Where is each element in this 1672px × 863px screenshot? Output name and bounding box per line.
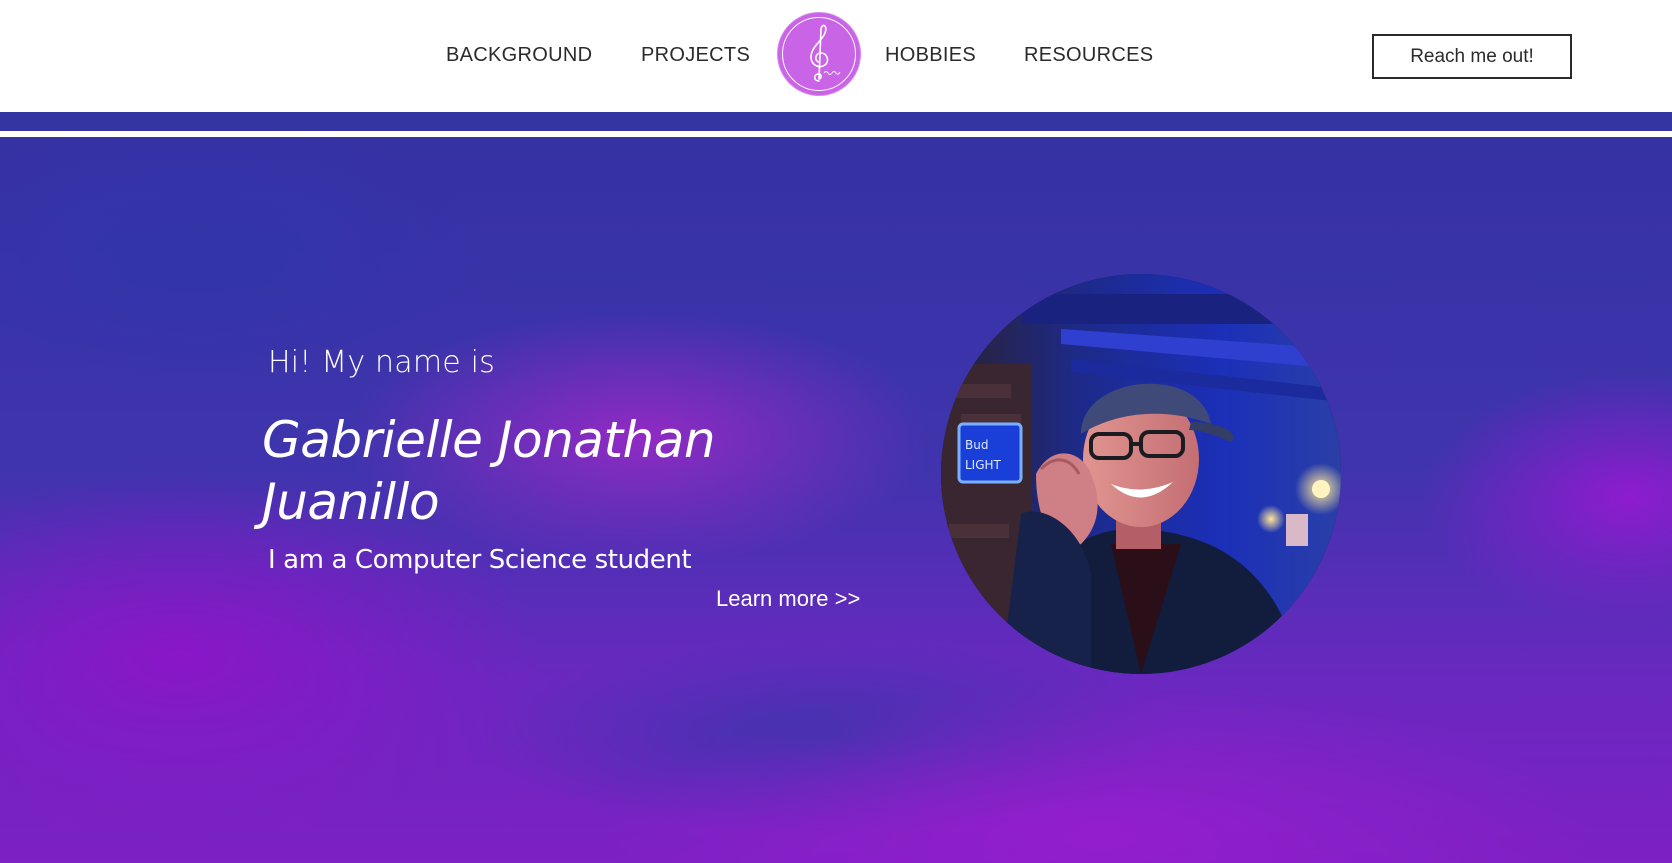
hero-greeting: Hi! My name is — [268, 345, 496, 380]
nav-projects[interactable]: PROJECTS — [641, 43, 750, 67]
learn-more-link[interactable]: Learn more >> — [716, 586, 860, 612]
hero-name: Gabrielle Jonathan Juanillo — [262, 409, 782, 533]
hero-section: Hi! My name is Gabrielle Jonathan Juanil… — [0, 137, 1672, 863]
svg-text:Bud: Bud — [965, 438, 988, 452]
nav-background[interactable]: BACKGROUND — [446, 43, 592, 67]
profile-photo-illustration: Bud LIGHT — [941, 274, 1341, 674]
header-band — [0, 112, 1672, 131]
page: BACKGROUND PROJECTS HOBBIES RESOURCES Re… — [0, 0, 1672, 863]
nav-hobbies[interactable]: HOBBIES — [885, 43, 976, 67]
nav-resources[interactable]: RESOURCES — [1024, 43, 1153, 67]
reach-me-out-button[interactable]: Reach me out! — [1372, 34, 1572, 79]
profile-photo: Bud LIGHT — [941, 274, 1341, 674]
site-logo[interactable] — [778, 13, 860, 95]
hero-name-line2: Juanillo — [262, 473, 440, 531]
svg-text:LIGHT: LIGHT — [965, 458, 1002, 472]
site-header: BACKGROUND PROJECTS HOBBIES RESOURCES Re… — [0, 0, 1672, 112]
hero-name-line1: Gabrielle Jonathan — [262, 411, 716, 469]
hero-role: I am a Computer Science student — [268, 545, 692, 575]
treble-clef-icon — [810, 24, 841, 82]
